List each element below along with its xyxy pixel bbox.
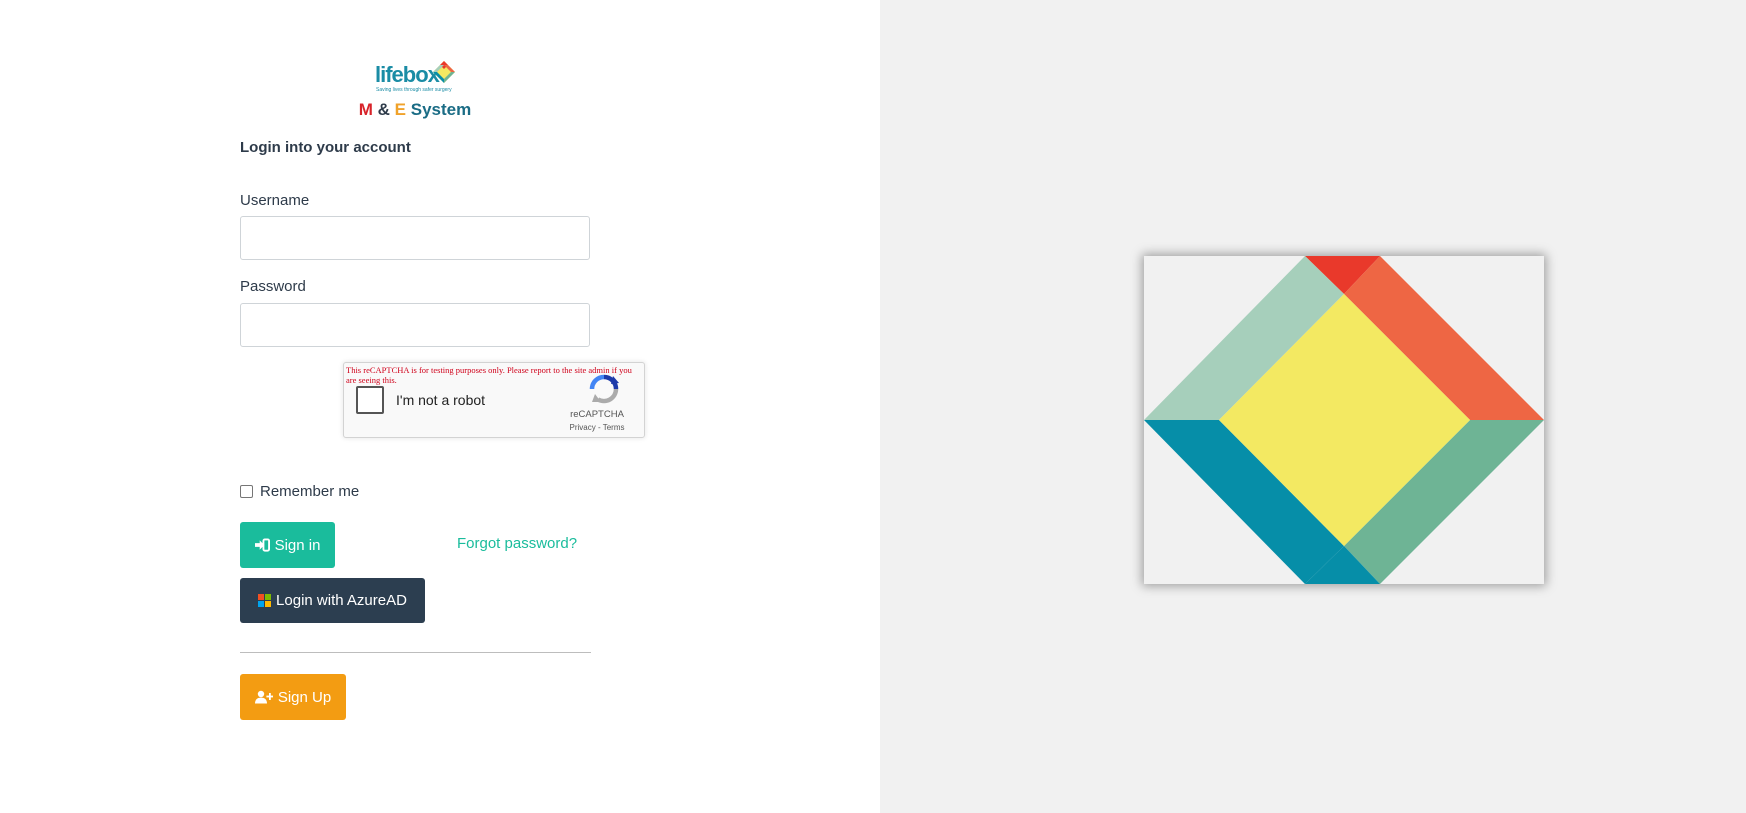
system-title-system: System	[410, 100, 472, 119]
hero-image	[1144, 256, 1544, 584]
recaptcha-logo-icon	[589, 374, 619, 404]
username-label: Username	[240, 192, 310, 209]
login-heading: Login into your account	[240, 139, 411, 156]
remember-me-checkbox[interactable]	[240, 485, 253, 498]
remember-me-label[interactable]: Remember me	[260, 483, 359, 500]
sign-up-label: Sign Up	[277, 688, 332, 706]
forgot-password-link[interactable]: Forgot password?	[457, 535, 577, 552]
sign-in-label: Sign in	[274, 536, 321, 554]
recaptcha-label: I'm not a robot	[396, 392, 486, 408]
sign-in-button[interactable]: Sign in	[240, 522, 335, 568]
password-label: Password	[240, 278, 306, 295]
login-panel: lifebox Saving lives through safer surge…	[0, 0, 880, 813]
microsoft-logo-icon	[258, 594, 272, 607]
divider	[240, 652, 591, 653]
login-azuread-label: Login with AzureAD	[276, 592, 407, 609]
lifebox-diamond-graphic	[1144, 256, 1544, 584]
recaptcha-brand: reCAPTCHA	[570, 409, 624, 420]
username-input[interactable]	[240, 216, 590, 260]
user-plus-icon	[254, 690, 273, 704]
lifebox-diamond-icon	[433, 61, 455, 83]
logo-tagline: Saving lives through safer surgery	[376, 87, 452, 93]
recaptcha-widget: This reCAPTCHA is for testing purposes o…	[343, 362, 645, 438]
system-title-e: E	[394, 100, 407, 119]
system-title-m: M	[358, 100, 373, 119]
sign-in-icon	[254, 538, 270, 552]
recaptcha-privacy-terms[interactable]: Privacy - Terms	[554, 423, 640, 432]
system-title-amp: &	[377, 100, 390, 119]
password-input[interactable]	[240, 303, 590, 347]
sign-up-button[interactable]: Sign Up	[240, 674, 346, 720]
recaptcha-checkbox[interactable]	[356, 386, 384, 414]
logo-text: lifebox	[375, 62, 440, 87]
system-title: M & E System	[0, 100, 830, 120]
login-azuread-button[interactable]: Login with AzureAD	[240, 578, 425, 623]
lifebox-logo: lifebox Saving lives through safer surge…	[375, 60, 455, 94]
